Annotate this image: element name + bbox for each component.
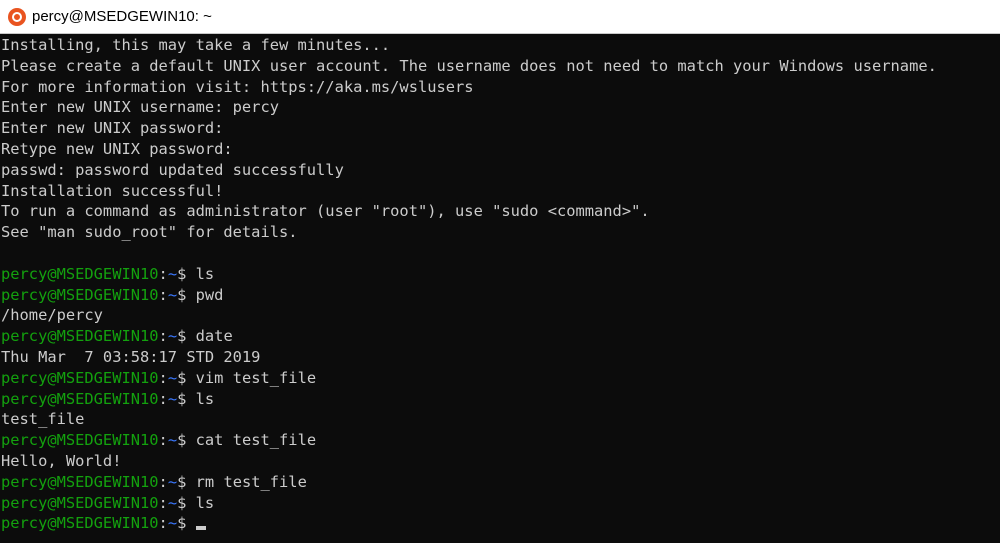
prompt-path: ~ <box>167 493 178 512</box>
prompt-path: ~ <box>167 514 178 533</box>
prompt-symbol: $ <box>177 514 196 533</box>
ubuntu-icon <box>8 7 26 26</box>
prompt-separator: : <box>158 514 168 533</box>
prompt-path: ~ <box>167 264 178 283</box>
output-line: test_file <box>1 410 85 429</box>
prompt-separator: : <box>158 368 168 387</box>
prompt-symbol: $ <box>177 493 196 512</box>
prompt-user: percy@MSEDGEWIN10 <box>1 431 159 450</box>
prompt-path: ~ <box>167 431 178 450</box>
prompt-user: percy@MSEDGEWIN10 <box>1 368 159 387</box>
output-line: See "man sudo_root" for details. <box>1 223 298 242</box>
output-line: Installing, this may take a few minutes.… <box>1 36 391 54</box>
prompt-symbol: $ <box>177 389 196 408</box>
prompt-user: percy@MSEDGEWIN10 <box>1 264 159 283</box>
command-text: ls <box>195 389 215 408</box>
command-text: ls <box>195 264 215 283</box>
prompt-user: percy@MSEDGEWIN10 <box>1 285 159 304</box>
output-line: passwd: password updated successfully <box>1 160 344 179</box>
output-line: Installation successful! <box>1 181 224 200</box>
prompt-path: ~ <box>167 389 178 408</box>
prompt-path: ~ <box>167 368 178 387</box>
prompt-user: percy@MSEDGEWIN10 <box>1 493 159 512</box>
prompt-symbol: $ <box>177 472 196 491</box>
prompt-symbol: $ <box>177 431 196 450</box>
command-text: pwd <box>195 285 224 304</box>
prompt-separator: : <box>158 264 168 283</box>
prompt-separator: : <box>158 285 168 304</box>
terminal-output[interactable]: Installing, this may take a few minutes.… <box>0 34 1000 534</box>
command-text: cat test_file <box>195 431 317 450</box>
output-line: For more information visit: https://aka.… <box>1 77 474 96</box>
prompt-line: percy@MSEDGEWIN10:~$ cat test_file <box>1 430 1000 451</box>
title-bar[interactable]: percy@MSEDGEWIN10: ~ <box>0 0 1000 34</box>
prompt-user: percy@MSEDGEWIN10 <box>1 327 159 346</box>
command-text: ls <box>195 493 215 512</box>
prompt-user: percy@MSEDGEWIN10 <box>1 514 159 533</box>
output-line: Enter new UNIX password: <box>1 119 224 138</box>
output-line: Enter new UNIX username: percy <box>1 98 279 117</box>
prompt-line: percy@MSEDGEWIN10:~$ pwd <box>1 285 1000 306</box>
prompt-user: percy@MSEDGEWIN10 <box>1 472 159 491</box>
prompt-symbol: $ <box>177 264 196 283</box>
prompt-separator: : <box>158 431 168 450</box>
prompt-separator: : <box>158 327 168 346</box>
prompt-line: percy@MSEDGEWIN10:~$ ls <box>1 264 1000 285</box>
command-text: vim test_file <box>195 368 317 387</box>
prompt-path: ~ <box>167 472 178 491</box>
command-text: date <box>195 327 233 346</box>
output-line: Thu Mar 7 03:58:17 STD 2019 <box>1 347 261 366</box>
prompt-line: percy@MSEDGEWIN10:~$ <box>1 513 1000 534</box>
prompt-separator: : <box>158 493 168 512</box>
prompt-line: percy@MSEDGEWIN10:~$ rm test_file <box>1 472 1000 493</box>
command-text: rm test_file <box>195 472 307 491</box>
prompt-path: ~ <box>167 327 178 346</box>
prompt-symbol: $ <box>177 327 196 346</box>
prompt-separator: : <box>158 389 168 408</box>
prompt-symbol: $ <box>177 368 196 387</box>
output-line: /home/percy <box>1 306 103 325</box>
prompt-user: percy@MSEDGEWIN10 <box>1 389 159 408</box>
prompt-separator: : <box>158 472 168 491</box>
prompt-line: percy@MSEDGEWIN10:~$ vim test_file <box>1 368 1000 389</box>
window-title: percy@MSEDGEWIN10: ~ <box>32 8 212 25</box>
output-line: To run a command as administrator (user … <box>1 202 650 221</box>
output-line: Please create a default UNIX user accoun… <box>1 56 937 75</box>
output-line: Retype new UNIX password: <box>1 139 233 158</box>
output-line: Hello, World! <box>1 451 122 470</box>
prompt-line: percy@MSEDGEWIN10:~$ ls <box>1 493 1000 514</box>
prompt-symbol: $ <box>177 285 196 304</box>
prompt-path: ~ <box>167 285 178 304</box>
text-cursor[interactable] <box>195 526 206 531</box>
prompt-line: percy@MSEDGEWIN10:~$ date <box>1 326 1000 347</box>
prompt-line: percy@MSEDGEWIN10:~$ ls <box>1 389 1000 410</box>
